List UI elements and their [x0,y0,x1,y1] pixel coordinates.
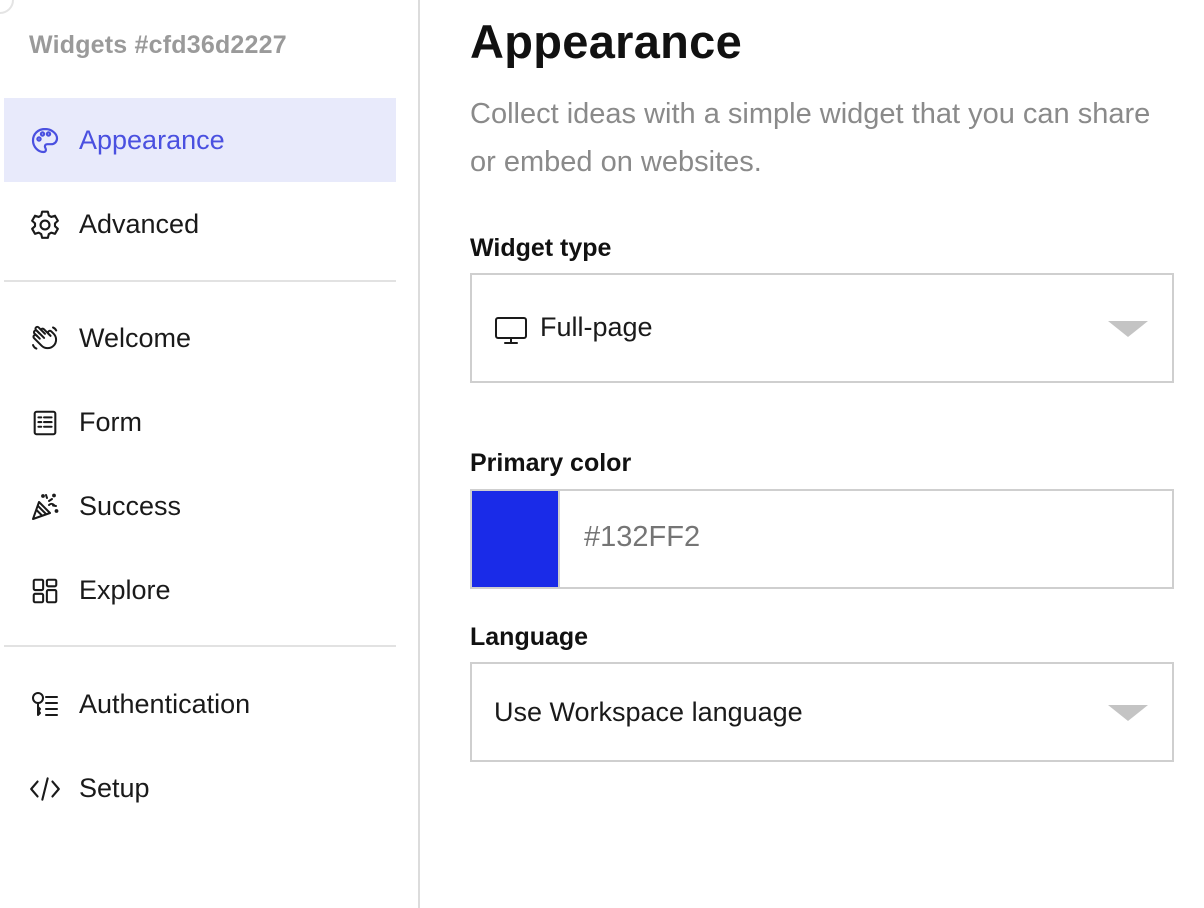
wave-hand-icon [28,322,62,356]
form-icon [28,406,62,440]
chevron-down-icon [1108,321,1148,337]
sidebar-item-label: Authentication [79,689,251,719]
sidebar-item-label: Setup [79,773,150,803]
primary-color-label: Primary color [470,449,632,477]
sidebar-item-label: Explore [79,575,171,605]
monitor-icon [494,315,528,347]
sidebar-divider [4,280,396,282]
code-icon [28,772,62,806]
sidebar-item-label: Advanced [79,209,200,239]
widget-type-label: Widget type [470,234,612,262]
sidebar-item-form[interactable]: Form [4,380,396,464]
key-list-icon [28,688,62,722]
window-corner [0,0,14,14]
primary-color-input[interactable] [584,521,1144,554]
language-select[interactable]: Use Workspace language [470,662,1174,762]
sidebar-item-label: Welcome [79,323,192,353]
palette-icon [28,124,62,158]
sidebar-item-label: Form [79,407,142,437]
widget-type-value: Full-page [540,312,653,342]
sidebar-item-label: Success [79,491,182,521]
color-swatch[interactable] [472,491,560,587]
sidebar-item-appearance[interactable]: Appearance [4,98,396,182]
gear-icon [28,208,62,242]
page-title: Appearance [470,15,743,68]
sidebar-item-authentication[interactable]: Authentication [4,662,396,746]
widget-type-select[interactable]: Full-page [470,273,1174,383]
primary-color-field [470,489,1174,589]
sidebar-divider [4,645,396,647]
sidebar-item-advanced[interactable]: Advanced [4,182,396,266]
grid-icon [28,574,62,608]
sidebar-item-setup[interactable]: Setup [4,746,396,830]
sidebar-item-label: Appearance [79,125,225,155]
party-popper-icon [28,490,62,524]
sidebar: Widgets #cfd36d2227 Appearance Advanced [0,0,420,908]
sidebar-title: Widgets #cfd36d2227 [29,31,287,59]
sidebar-item-welcome[interactable]: Welcome [4,296,396,380]
chevron-down-icon [1108,705,1148,721]
page-description: Collect ideas with a simple widget that … [470,98,1151,178]
language-label: Language [470,623,589,651]
sidebar-item-success[interactable]: Success [4,464,396,548]
sidebar-item-explore[interactable]: Explore [4,548,396,632]
language-value: Use Workspace language [494,697,803,727]
